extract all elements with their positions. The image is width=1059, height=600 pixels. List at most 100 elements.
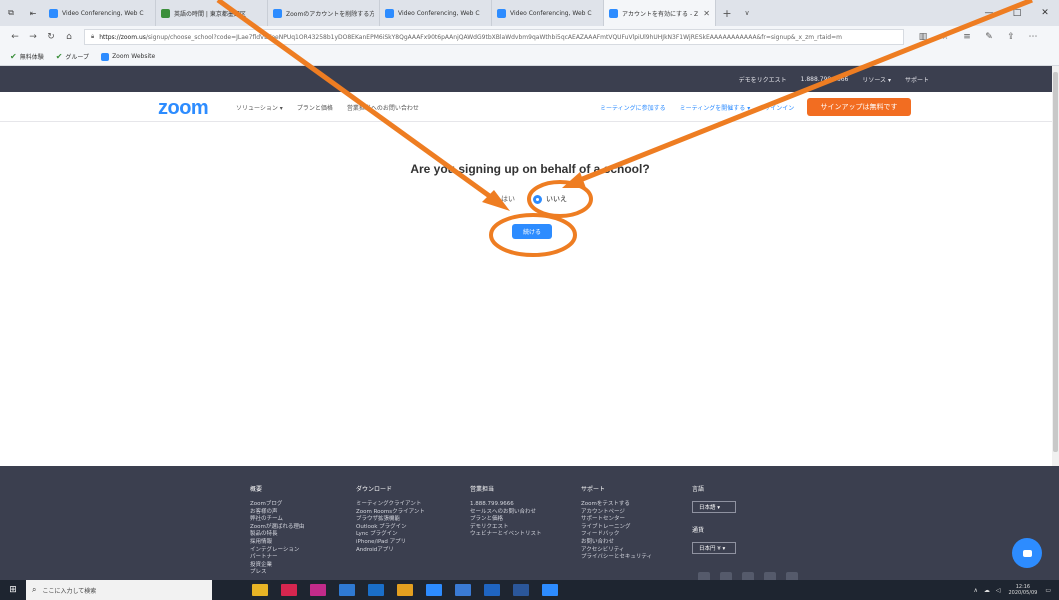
notifications-icon[interactable]: ▭ [1045,587,1051,594]
footer-link[interactable]: お問い合わせ [581,539,652,547]
favorite-link[interactable]: ✔ グループ [56,52,89,61]
language-select[interactable]: 日本語 ▾ [692,501,736,513]
footer-link[interactable]: 製品の特長 [250,531,304,539]
support-link[interactable]: サポート [905,75,929,84]
footer-link[interactable]: 採用情報 [250,539,304,547]
continue-button[interactable]: 続ける [512,224,552,239]
nav-contact-sales[interactable]: 営業担当へのお問い合わせ [347,103,419,112]
footer-link[interactable]: 1.888.799.9666 [470,501,542,509]
home-icon[interactable]: ⌂ [60,32,78,42]
windows-start-icon[interactable]: ⊞ [0,585,26,595]
people-icon[interactable] [455,584,471,596]
radio-no[interactable]: いいえ [533,194,567,204]
app-icon[interactable] [310,584,326,596]
footer-link[interactable]: サポートセンター [581,516,652,524]
favorites-list-icon[interactable]: ≡ [956,32,978,42]
windows-taskbar: ⊞ ⌕ ここに入力して検索 ∧ ☁ ◁ 12:16 2020/05/09 ▭ [0,580,1059,600]
footer-link[interactable]: Zoomブログ [250,501,304,509]
footer-link[interactable]: Androidアプリ [356,547,425,555]
facebook-icon[interactable] [786,572,798,580]
footer-link[interactable]: プランと価格 [470,516,542,524]
footer-column-download: ダウンロード ミーティングクライアント Zoom Roomsクライアント ブラウ… [356,486,425,555]
taskbar-clock[interactable]: 12:16 2020/05/09 [1009,584,1038,596]
chat-button[interactable] [1012,538,1042,568]
browser-tab-active[interactable]: アカウントを有効にする - Z ✕ [604,0,716,26]
footer-link[interactable]: Lync プラグイン [356,531,425,539]
browser-tab[interactable]: Video Conferencing, Web C [44,0,156,26]
favorite-link[interactable]: Zoom Website [101,52,155,61]
nav-plans-pricing[interactable]: プランと価格 [297,103,333,112]
volume-icon[interactable]: ◁ [996,587,1001,594]
footer-link[interactable]: ウェビナーとイベントリスト [470,531,542,539]
footer-link[interactable]: 弊社のチーム [250,516,304,524]
nav-host-meeting[interactable]: ミーティングを開催する ▾ [680,103,751,112]
office-icon[interactable] [281,584,297,596]
tab-list-chevron-icon[interactable]: ∨ [738,0,756,26]
currency-select[interactable]: 日本円 ¥ ▾ [692,542,736,554]
reading-view-icon[interactable]: ▥ [912,32,934,42]
edge-browser-icon[interactable] [368,584,384,596]
browser-tab[interactable]: 英語の時間 | 東京都墨田区 [156,0,268,26]
request-demo-link[interactable]: デモをリクエスト [739,75,787,84]
network-icon[interactable]: ☁ [984,587,990,594]
favorite-link[interactable]: ✔ 無料体験 [10,52,44,61]
zoom-logo[interactable]: zoom [158,97,209,120]
footer-link[interactable]: フィードバック [581,531,652,539]
more-icon[interactable]: ⋯ [1022,32,1044,42]
nav-join-meeting[interactable]: ミーティングに参加する [600,103,666,112]
footer-link[interactable]: iPhone/iPad アプリ [356,539,425,547]
radio-unchecked-icon[interactable] [488,194,497,204]
chrome-icon[interactable] [397,584,413,596]
zoom-app-icon[interactable] [426,584,442,596]
maximize-icon[interactable]: □ [1003,0,1031,26]
edge-browser-icon[interactable] [339,584,355,596]
word-icon[interactable] [513,584,529,596]
tabs-aside-icon[interactable]: ⇤ [22,0,44,26]
tab-actions-icon[interactable]: ⧉ [0,0,22,26]
footer-column-support: サポート Zoomをテストする アカウントページ サポートセンター ライブトレー… [581,486,653,562]
taskbar-search-box[interactable]: ⌕ ここに入力して検索 [26,580,212,600]
zoom-meeting-icon[interactable] [542,584,558,596]
school-question: Are you signing up on behalf of a school… [410,162,650,176]
browser-tab[interactable]: Zoomのアカウントを削除する方 [268,0,380,26]
refresh-icon[interactable]: ↻ [42,32,60,42]
browser-tab[interactable]: Video Conferencing, Web C [492,0,604,26]
pen-icon[interactable]: ✎ [978,32,1000,42]
social-links [698,572,808,580]
footer-link[interactable]: プライバシーとセキュリティ [581,554,652,562]
favorite-star-icon[interactable]: ☆ [934,32,956,42]
footer-link[interactable]: ブラウザ拡張機能 [356,516,425,524]
minimize-icon[interactable]: — [975,0,1003,26]
youtube-icon[interactable] [764,572,776,580]
resources-menu[interactable]: リソース ▾ [862,75,891,84]
footer-link[interactable]: パートナー [250,554,304,562]
nav-solutions[interactable]: ソリューション ▾ [236,103,283,112]
footer-link[interactable]: プレス [250,569,304,577]
new-tab-icon[interactable]: + [716,0,738,26]
tray-chevron-icon[interactable]: ∧ [973,587,977,594]
radio-yes[interactable]: はい [488,194,515,204]
zoom-favicon-icon [497,8,506,18]
scrollbar-thumb[interactable] [1053,72,1058,452]
url-field[interactable]: 🔒︎ https://zoom.us /signup/choose_school… [84,29,904,45]
zoom-top-strip: デモをリクエスト 1.888.799.9666 リソース ▾ サポート [0,66,1059,92]
file-explorer-icon[interactable] [484,584,500,596]
footer-link[interactable]: Zoomをテストする [581,501,652,509]
signup-free-button[interactable]: サインアップは無料です [807,98,911,116]
close-window-icon[interactable]: ✕ [1031,0,1059,26]
twitter-icon[interactable] [742,572,754,580]
radio-checked-icon[interactable] [533,194,542,204]
linkedin-icon[interactable] [720,572,732,580]
task-view-icon[interactable] [252,584,268,596]
share-icon[interactable]: ⇪ [1000,32,1022,42]
footer-link[interactable]: ミーティングクライアント [356,501,425,509]
nav-sign-in[interactable]: サインイン [764,103,794,112]
wordpress-icon[interactable] [698,572,710,580]
browser-tab[interactable]: Video Conferencing, Web C [380,0,492,26]
forward-icon[interactable]: → [24,32,42,42]
back-icon[interactable]: ← [6,32,24,42]
page-scrollbar[interactable] [1052,66,1059,466]
zoom-favicon-icon [49,8,58,18]
close-tab-icon[interactable]: ✕ [703,9,710,18]
favorites-bar: ✔ 無料体験 ✔ グループ Zoom Website [0,48,1059,66]
